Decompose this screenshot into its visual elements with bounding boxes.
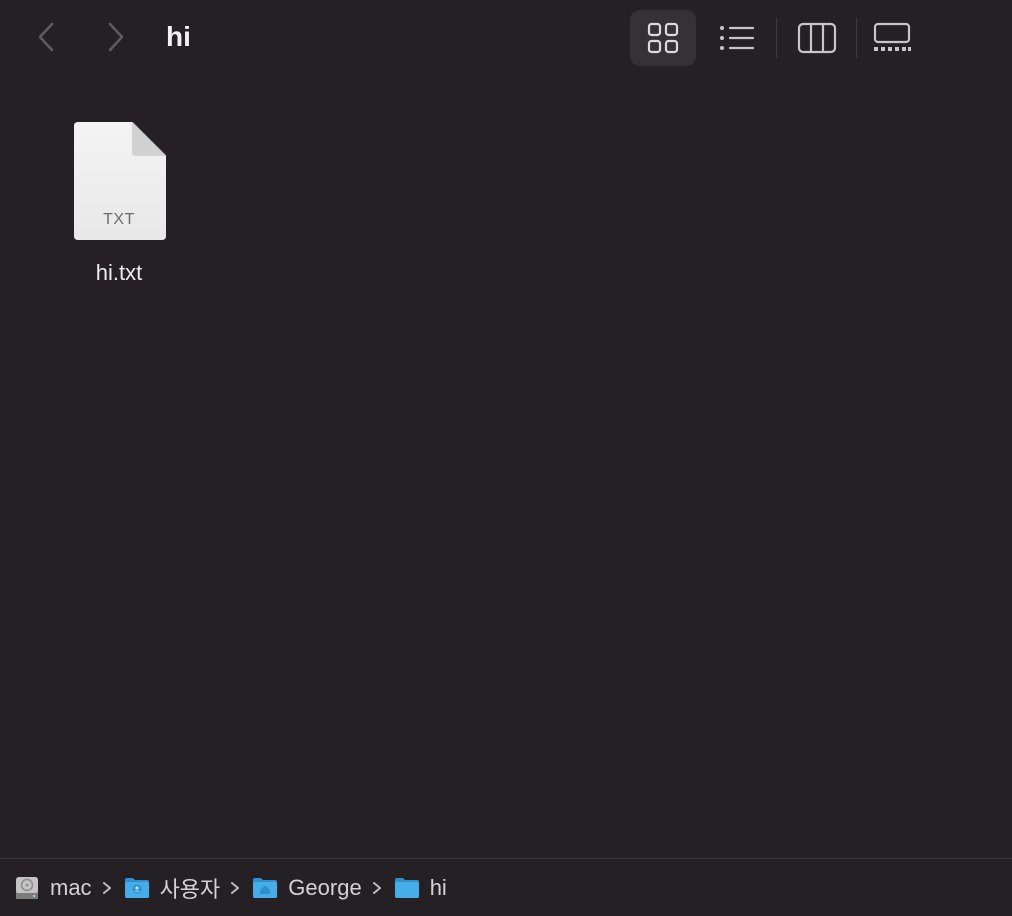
toolbar: hi [0, 0, 1012, 76]
file-type-label: TXT [103, 211, 135, 228]
path-crumb-label: hi [429, 874, 447, 900]
file-name: hi.txt [95, 260, 143, 285]
list-icon [720, 26, 755, 50]
file-item[interactable]: TXT hi.txt [60, 120, 178, 300]
path-crumb-george[interactable]: George [252, 868, 362, 908]
chevron-right-icon [372, 881, 382, 895]
toolbar-divider [856, 18, 857, 58]
users-folder-icon [124, 876, 150, 900]
columns-icon [797, 22, 837, 54]
grid-icon [647, 22, 679, 54]
forward-button[interactable] [96, 16, 136, 58]
path-crumb-label: mac [50, 874, 92, 900]
column-view-button[interactable] [786, 10, 848, 66]
list-view-button[interactable] [706, 10, 768, 66]
path-crumb-label: George [288, 874, 362, 900]
chevron-right-icon [230, 881, 240, 895]
path-crumb-mac[interactable]: mac [14, 868, 92, 908]
hard-drive-icon [14, 876, 40, 900]
path-crumb-users[interactable]: 사용자 [124, 868, 221, 908]
chevron-right-icon [102, 881, 112, 895]
window-title: hi [166, 21, 191, 52]
home-folder-icon [252, 876, 278, 900]
chevron-left-icon [38, 22, 54, 52]
finder-window: hi TXT hi.txt mac 사용자 George hi [0, 0, 1012, 916]
path-crumb-hi[interactable]: hi [394, 868, 447, 908]
toolbar-divider [776, 18, 777, 58]
folder-icon [394, 876, 420, 900]
path-bar: mac 사용자 George hi [0, 858, 1012, 916]
gallery-view-button[interactable] [860, 10, 924, 66]
path-crumb-label: 사용자 [159, 876, 221, 902]
chevron-right-icon [108, 22, 124, 52]
gallery-icon [873, 22, 911, 51]
icon-view-button[interactable] [630, 10, 696, 66]
file-browser-area[interactable]: TXT hi.txt [0, 76, 1012, 856]
back-button[interactable] [26, 16, 66, 58]
